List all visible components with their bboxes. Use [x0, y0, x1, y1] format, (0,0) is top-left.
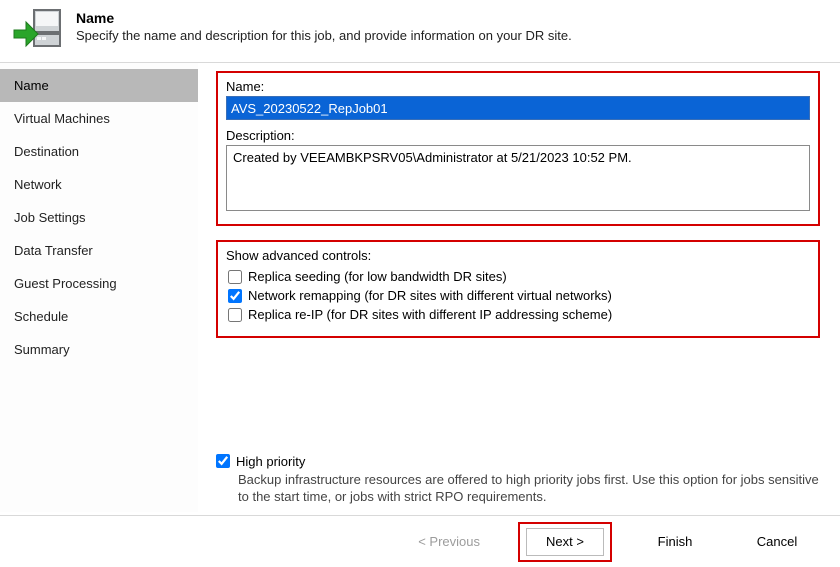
network-remapping-label: Network remapping (for DR sites with dif…	[248, 288, 612, 303]
name-description-group: Name: Description:	[216, 71, 820, 226]
wizard-steps: Name Virtual Machines Destination Networ…	[0, 63, 198, 512]
page-subtitle: Specify the name and description for thi…	[76, 28, 572, 43]
job-description-input[interactable]	[226, 145, 810, 211]
step-schedule[interactable]: Schedule	[0, 300, 198, 333]
step-network[interactable]: Network	[0, 168, 198, 201]
high-priority-checkbox[interactable]	[216, 454, 230, 468]
high-priority-description: Backup infrastructure resources are offe…	[238, 471, 820, 506]
wizard-footer: < Previous Next > Finish Cancel	[0, 515, 840, 567]
replica-seeding-label: Replica seeding (for low bandwidth DR si…	[248, 269, 507, 284]
wizard-header: Name Specify the name and description fo…	[0, 0, 840, 63]
step-name[interactable]: Name	[0, 69, 198, 102]
finish-button[interactable]: Finish	[636, 528, 714, 556]
network-remapping-option[interactable]: Network remapping (for DR sites with dif…	[228, 288, 810, 303]
step-data-transfer[interactable]: Data Transfer	[0, 234, 198, 267]
cancel-button[interactable]: Cancel	[738, 528, 816, 556]
step-summary[interactable]: Summary	[0, 333, 198, 366]
next-button[interactable]: Next >	[526, 528, 604, 556]
step-destination[interactable]: Destination	[0, 135, 198, 168]
next-highlight: Next >	[518, 522, 612, 562]
replica-seeding-checkbox[interactable]	[228, 270, 242, 284]
name-label: Name:	[226, 79, 810, 94]
step-guest-processing[interactable]: Guest Processing	[0, 267, 198, 300]
step-job-settings[interactable]: Job Settings	[0, 201, 198, 234]
wizard-icon	[12, 8, 64, 52]
high-priority-option[interactable]: High priority	[216, 454, 820, 469]
job-name-input[interactable]	[226, 96, 810, 120]
replica-reip-option[interactable]: Replica re-IP (for DR sites with differe…	[228, 307, 810, 322]
replica-reip-label: Replica re-IP (for DR sites with differe…	[248, 307, 612, 322]
high-priority-block: High priority Backup infrastructure reso…	[216, 454, 820, 506]
replica-reip-checkbox[interactable]	[228, 308, 242, 322]
page-title: Name	[76, 10, 572, 26]
step-virtual-machines[interactable]: Virtual Machines	[0, 102, 198, 135]
replica-seeding-option[interactable]: Replica seeding (for low bandwidth DR si…	[228, 269, 810, 284]
advanced-controls-group: Show advanced controls: Replica seeding …	[216, 240, 820, 338]
description-label: Description:	[226, 128, 810, 143]
network-remapping-checkbox[interactable]	[228, 289, 242, 303]
advanced-controls-label: Show advanced controls:	[226, 248, 810, 263]
previous-button: < Previous	[404, 528, 494, 556]
high-priority-label: High priority	[236, 454, 305, 469]
